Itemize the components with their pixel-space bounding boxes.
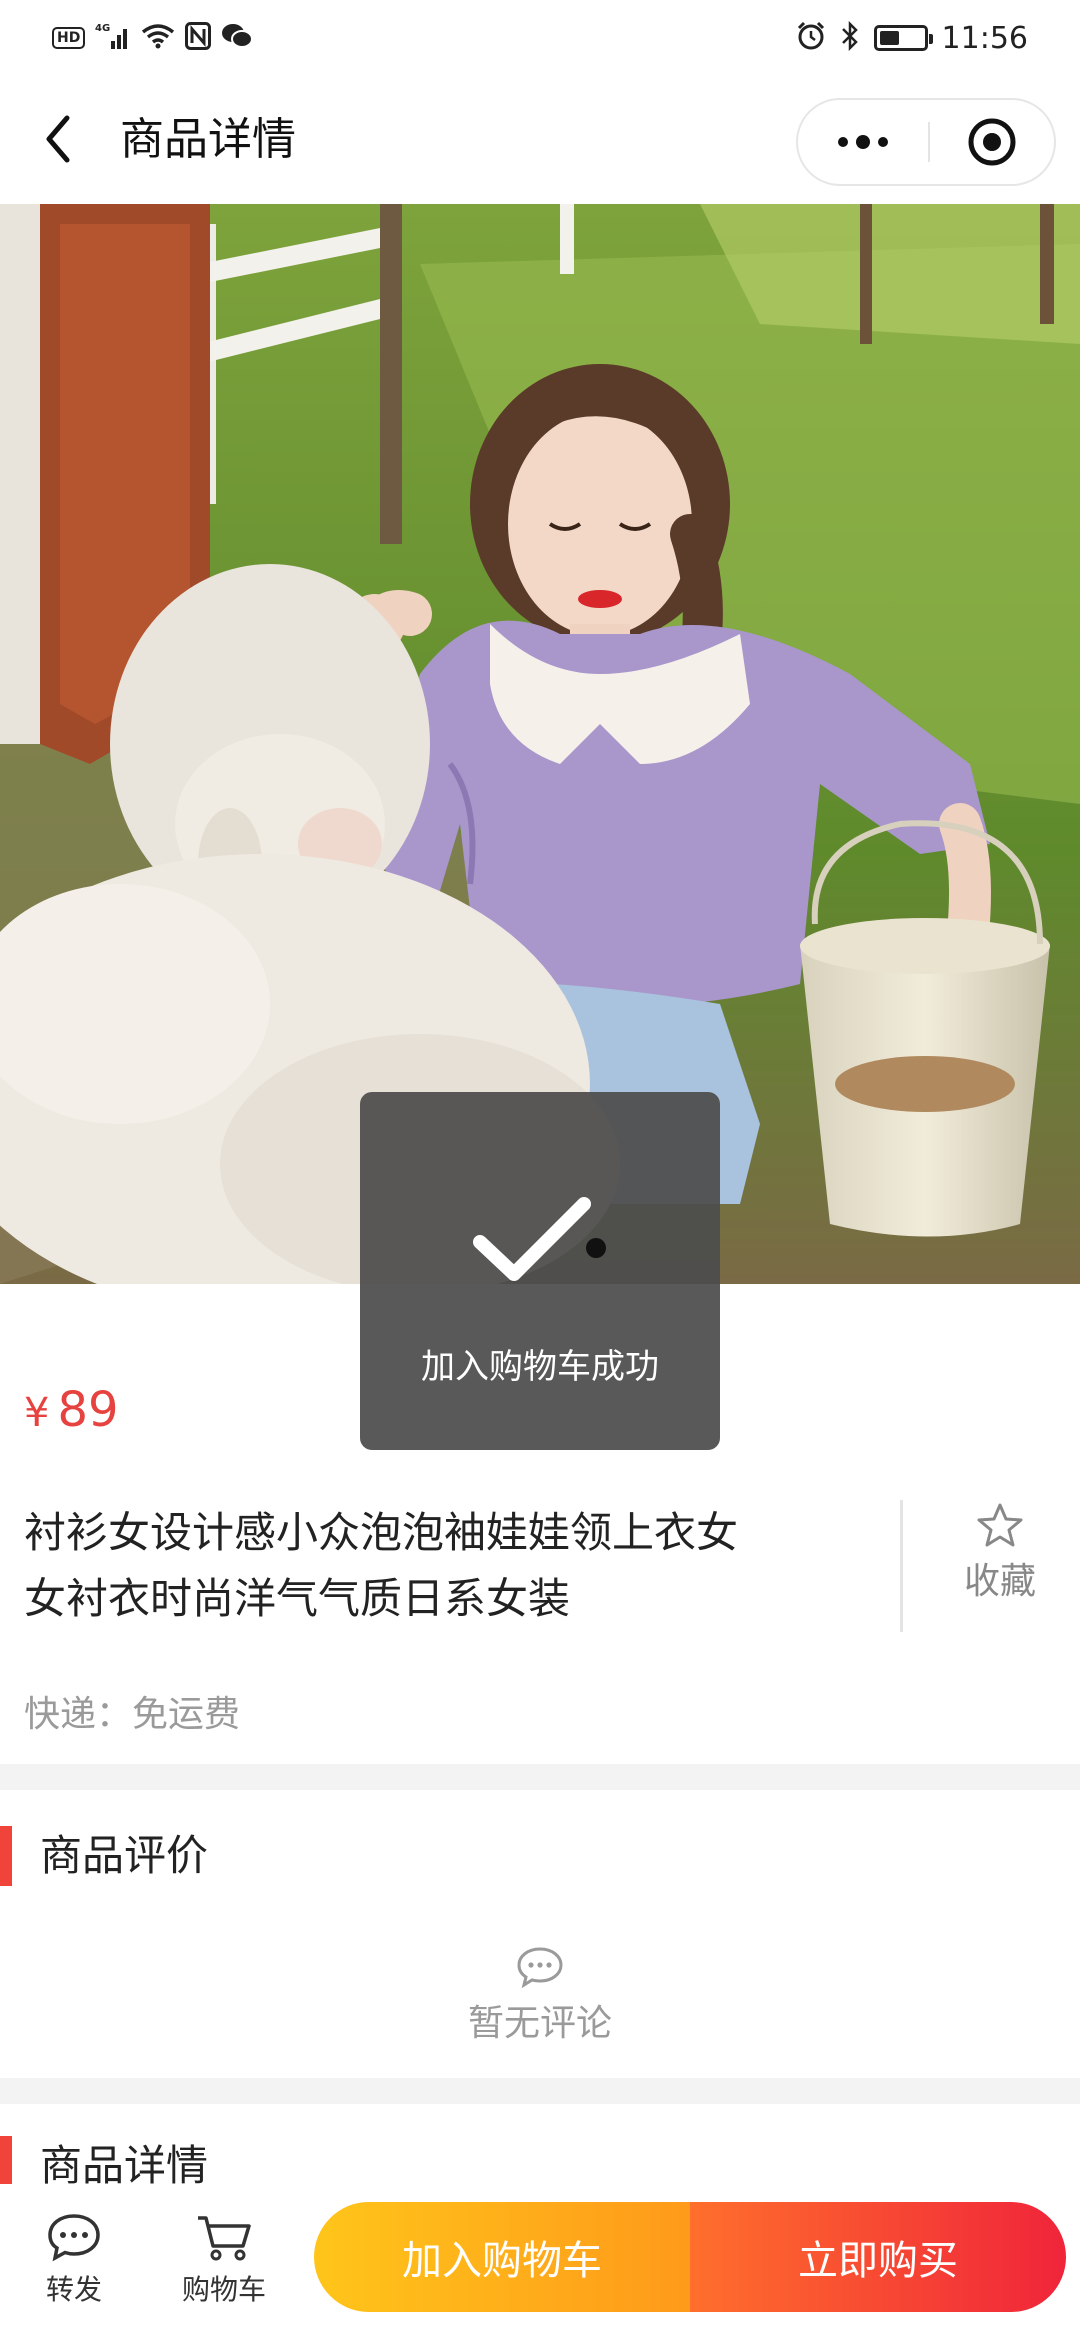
wechat-icon	[221, 22, 254, 54]
favorite-label: 收藏	[963, 1561, 1036, 1602]
hd-icon: HD	[52, 27, 86, 49]
section-gap	[0, 1764, 1080, 1790]
reviews-section-header: 商品评价	[0, 1816, 1080, 1896]
empty-reviews-text: 暂无评论	[467, 2003, 612, 2044]
shopping-cart-icon	[198, 2216, 251, 2261]
nav-bar: 商品详情	[0, 74, 1080, 204]
cart-button[interactable]: 购物车	[164, 2212, 284, 2322]
section-gap	[0, 2078, 1080, 2104]
title-divider	[900, 1500, 903, 1632]
product-price: ¥89	[24, 1380, 119, 1443]
svg-text:4G: 4G	[95, 23, 110, 34]
bluetooth-icon	[840, 20, 860, 55]
favorite-button[interactable]: 收藏	[940, 1502, 1060, 1632]
section-accent-bar	[0, 1826, 12, 1886]
empty-reviews: 暂无评论	[0, 1946, 1080, 2056]
close-button[interactable]	[930, 100, 1054, 184]
checkmark-icon	[473, 1197, 606, 1281]
share-button[interactable]: 转发	[14, 2212, 134, 2322]
nfc-icon	[185, 22, 212, 54]
cart-label: 购物车	[181, 2273, 266, 2306]
shipping-info: 快递：免运费	[24, 1694, 241, 1735]
add-to-cart-button[interactable]: 加入购物车	[314, 2202, 690, 2312]
chat-bubble-icon	[517, 1947, 563, 1988]
share-label: 转发	[45, 2273, 102, 2306]
share-chat-icon	[48, 2214, 100, 2262]
alarm-icon	[796, 21, 826, 55]
battery-level	[879, 31, 899, 45]
target-close-icon	[968, 118, 1016, 166]
product-title-line-2: 女衬衣时尚洋气气质日系女装	[24, 1574, 571, 1623]
toast-message: 加入购物车成功	[421, 1347, 659, 1387]
battery-icon	[873, 25, 933, 51]
currency-symbol: ¥	[24, 1390, 50, 1436]
clock: 11:56	[941, 20, 1028, 56]
success-toast: 加入购物车成功	[360, 1092, 720, 1450]
price-value: 89	[57, 1382, 119, 1438]
star-icon	[977, 1503, 1023, 1547]
status-left: HD 4G	[52, 18, 254, 58]
chevron-left-icon	[46, 115, 70, 163]
buy-now-button[interactable]: 立即购买	[690, 2202, 1066, 2312]
page-title: 商品详情	[120, 114, 296, 165]
signal-icon: 4G	[95, 21, 131, 55]
more-dots-icon	[838, 135, 888, 149]
product-title-line-1: 衬衫女设计感小众泡泡袖娃娃领上衣女	[24, 1508, 739, 1557]
more-button[interactable]	[798, 100, 928, 184]
wifi-icon	[141, 22, 175, 54]
reviews-section-title: 商品评价	[40, 1831, 209, 1880]
status-right: 11:56	[796, 18, 1028, 58]
bottom-action-bar: 转发 购物车 加入购物车 立即购买	[0, 2184, 1080, 2340]
mini-program-capsule	[796, 98, 1056, 186]
product-title: 衬衫女设计感小众泡泡袖娃娃领上衣女 女衬衣时尚洋气气质日系女装	[24, 1500, 864, 1632]
back-button[interactable]	[28, 104, 88, 174]
status-bar: HD 4G 11:56	[0, 0, 1080, 74]
